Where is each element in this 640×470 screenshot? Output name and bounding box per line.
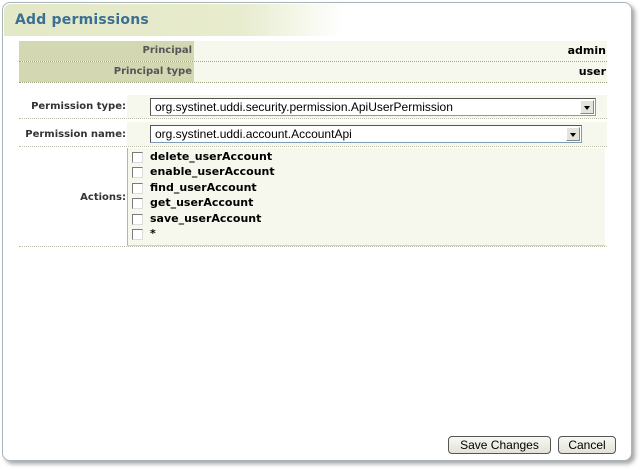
action-item-delete-user-account[interactable]: delete_userAccount [132,150,273,164]
permission-type-label: Permission type: [31,101,126,112]
action-item-find-user-account[interactable]: find_userAccount [132,181,257,195]
action-checkbox[interactable] [132,214,143,225]
action-checkbox[interactable] [132,198,143,209]
action-item-get-user-account[interactable]: get_userAccount [132,196,254,210]
action-label: find_userAccount [150,181,257,194]
permission-type-dropdown-arrow-icon[interactable] [580,100,594,114]
action-item-wildcard[interactable]: * [132,227,156,241]
action-label: delete_userAccount [150,150,273,163]
actions-label: Actions: [80,192,126,203]
action-label: * [150,227,156,240]
action-checkbox[interactable] [132,167,143,178]
permission-name-value: org.systinet.uddi.account.AccountApi [155,127,352,141]
principal-info-table: Principal admin Principal type user [19,41,607,83]
principal-type-row: Principal type user [19,62,607,83]
actions-list: delete_userAccount enable_userAccount fi… [127,148,605,246]
action-checkbox[interactable] [132,152,143,163]
principal-type-label: Principal type [19,62,194,82]
cancel-button[interactable]: Cancel [558,436,616,454]
action-item-enable-user-account[interactable]: enable_userAccount [132,165,275,179]
action-label: save_userAccount [150,212,262,225]
permission-type-select[interactable]: org.systinet.uddi.security.permission.Ap… [150,98,596,116]
principal-type-value: user [194,62,607,82]
dialog-title: Add permissions [15,12,149,28]
action-label: enable_userAccount [150,165,275,178]
action-label: get_userAccount [150,196,254,209]
action-item-save-user-account[interactable]: save_userAccount [132,212,262,226]
action-checkbox[interactable] [132,183,143,194]
permission-name-select[interactable]: org.systinet.uddi.account.AccountApi [150,125,582,143]
permission-type-value: org.systinet.uddi.security.permission.Ap… [155,100,453,114]
principal-row: Principal admin [19,41,607,62]
save-changes-button[interactable]: Save Changes [448,436,551,454]
principal-label: Principal [19,41,194,61]
permission-name-dropdown-arrow-icon[interactable] [566,127,580,141]
principal-value: admin [194,41,607,61]
permission-name-label: Permission name: [25,129,126,140]
action-checkbox[interactable] [132,229,143,240]
dialog-title-bar: Add permissions [4,4,344,36]
